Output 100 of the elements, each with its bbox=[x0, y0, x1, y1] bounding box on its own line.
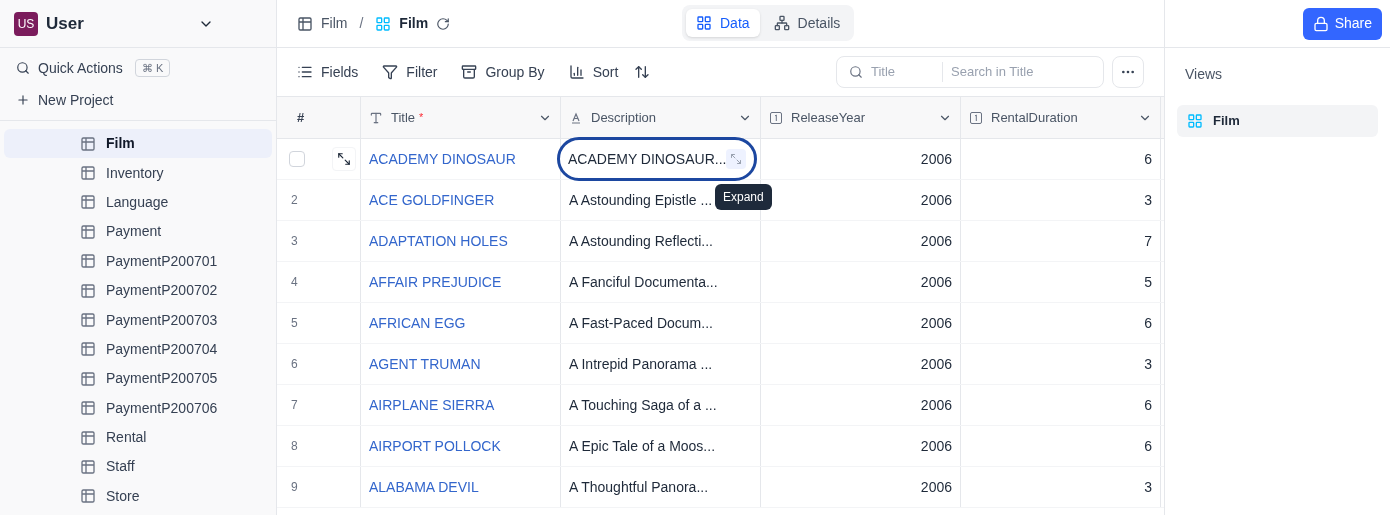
table-cell-text: A Epic Tale of a Moos... bbox=[568, 436, 717, 456]
column-label: Title bbox=[391, 108, 416, 127]
title-link[interactable]: ALABAMA DEVIL bbox=[365, 476, 483, 498]
search-icon bbox=[16, 61, 30, 75]
grid-view-icon bbox=[375, 15, 392, 32]
column-header[interactable]: Title * bbox=[361, 97, 561, 138]
column-header[interactable]: ReleaseYear bbox=[761, 97, 961, 138]
plus-icon bbox=[16, 93, 30, 107]
sidebar-item[interactable]: Language bbox=[4, 187, 272, 218]
expand-icon bbox=[730, 153, 743, 165]
toolbar-button[interactable]: Fields bbox=[297, 61, 359, 83]
expand-cell-button[interactable] bbox=[726, 149, 747, 169]
required-mark: * bbox=[419, 110, 424, 126]
row-number: 7 bbox=[291, 397, 298, 414]
sidebar-item[interactable]: Staff bbox=[4, 452, 272, 482]
number-type-icon bbox=[969, 110, 983, 125]
table-icon bbox=[80, 312, 96, 329]
grid-icon bbox=[1187, 113, 1203, 129]
table-cell-text: A Fast-Paced Docum... bbox=[568, 313, 714, 333]
table-cell-text: 3 bbox=[1143, 477, 1153, 497]
filter-icon bbox=[382, 64, 399, 80]
table-cell-text: A Touching Saga of a ... bbox=[568, 395, 718, 415]
title-link[interactable]: AIRPORT POLLOCK bbox=[365, 435, 505, 457]
breadcrumb-link[interactable]: Film bbox=[321, 13, 348, 34]
title-link[interactable]: AFFAIR PREJUDICE bbox=[365, 271, 506, 293]
reload-icon[interactable] bbox=[436, 16, 451, 31]
expand-row-button[interactable] bbox=[332, 147, 356, 171]
table-cell-text: 5 bbox=[1143, 272, 1153, 292]
table-cell-text: 2006 bbox=[919, 354, 953, 374]
table-cell-text: 2006 bbox=[919, 231, 953, 251]
table-cell-text: 2006 bbox=[919, 149, 953, 169]
number-type-icon bbox=[769, 110, 783, 125]
view-tab[interactable]: Data bbox=[686, 9, 760, 37]
selected-cell[interactable]: ACADEMY DINOSAUR... bbox=[557, 137, 758, 181]
sidebar-item[interactable]: Rental bbox=[4, 422, 272, 453]
row-checkbox[interactable] bbox=[289, 151, 305, 167]
column-label: Description bbox=[591, 108, 657, 127]
sidebar-item[interactable]: Payment bbox=[4, 217, 272, 247]
column-header[interactable]: RentalDuration bbox=[961, 97, 1161, 138]
sidebar-item[interactable]: Store bbox=[4, 481, 272, 512]
table-cell-text: 2006 bbox=[919, 313, 953, 333]
column-label: RentalDuration bbox=[991, 108, 1078, 127]
table-cell-text: A Astounding Reflecti... bbox=[568, 231, 714, 251]
row-number: 3 bbox=[291, 233, 298, 250]
title-link[interactable]: ADAPTATION HOLES bbox=[365, 230, 512, 252]
view-item[interactable]: Film bbox=[1177, 105, 1378, 137]
sidebar-item[interactable]: PaymentP200702 bbox=[4, 275, 272, 306]
table-icon bbox=[80, 459, 96, 475]
table-cell-text: A Thoughtful Panora... bbox=[568, 477, 710, 497]
diagram-icon bbox=[773, 15, 790, 31]
table-cell-text: 2006 bbox=[919, 395, 953, 415]
column-header: # bbox=[277, 97, 361, 138]
row-number: 2 bbox=[291, 192, 298, 209]
sidebar-item[interactable]: PaymentP200706 bbox=[4, 393, 272, 423]
row-number: 9 bbox=[291, 479, 298, 496]
lock-icon bbox=[1312, 15, 1329, 32]
title-link[interactable]: ACADEMY DINOSAUR bbox=[365, 148, 520, 170]
row-height-icon[interactable] bbox=[634, 64, 651, 80]
tooltip: Expand bbox=[715, 184, 772, 210]
table-icon bbox=[80, 400, 96, 417]
title-link[interactable]: AGENT TRUMAN bbox=[365, 353, 485, 375]
toolbar-button[interactable]: Sort bbox=[568, 61, 619, 83]
table-icon bbox=[80, 165, 96, 182]
sidebar-item[interactable]: PaymentP200703 bbox=[4, 305, 272, 335]
sidebar-item[interactable]: Film bbox=[4, 129, 272, 159]
table-cell-text: A Intrepid Panorama ... bbox=[568, 354, 714, 374]
sidebar-item[interactable]: PaymentP200705 bbox=[4, 364, 272, 394]
table-icon bbox=[80, 135, 96, 152]
table-cell-text: 3 bbox=[1143, 354, 1153, 374]
view-tab[interactable]: Details bbox=[763, 9, 851, 37]
title-link[interactable]: ACE GOLDFINGER bbox=[365, 189, 499, 211]
toolbar-button[interactable]: Group By bbox=[461, 61, 545, 83]
title-link[interactable]: AFRICAN EGG bbox=[365, 312, 470, 334]
quick-actions-button[interactable]: Quick Actions ⌘ K bbox=[16, 56, 260, 80]
sidebar-item[interactable]: PaymentP200704 bbox=[4, 334, 272, 365]
workspace-name: User bbox=[46, 12, 85, 35]
table-icon bbox=[80, 488, 96, 505]
sidebar-item[interactable]: Inventory bbox=[4, 158, 272, 188]
table-cell-text: 3 bbox=[1143, 190, 1153, 210]
grid-icon bbox=[696, 15, 712, 31]
table-icon bbox=[297, 15, 313, 32]
title-link[interactable]: AIRPLANE SIERRA bbox=[365, 394, 499, 416]
row-number: 4 bbox=[291, 274, 298, 291]
view-name: Film bbox=[399, 14, 429, 33]
long-text-icon bbox=[569, 110, 583, 125]
toolbar-button[interactable]: Filter bbox=[382, 61, 438, 83]
table-icon bbox=[80, 223, 96, 240]
list-icon bbox=[297, 64, 313, 80]
sidebar-item[interactable]: PaymentP200701 bbox=[4, 246, 272, 276]
table-cell-text: 6 bbox=[1143, 436, 1153, 456]
table-cell-text: 2006 bbox=[919, 272, 953, 292]
search-icon bbox=[849, 65, 863, 79]
share-button[interactable]: Share bbox=[1302, 7, 1382, 40]
table-cell-text: 2006 bbox=[919, 477, 953, 497]
new-project-button[interactable]: New Project bbox=[16, 88, 260, 112]
panel-title: Views bbox=[1184, 65, 1224, 84]
table-cell-text: ACADEMY DINOSAUR... bbox=[568, 149, 727, 169]
table-cell-text: 6 bbox=[1143, 313, 1153, 333]
text-type-icon bbox=[369, 110, 383, 125]
table-icon bbox=[80, 282, 96, 299]
